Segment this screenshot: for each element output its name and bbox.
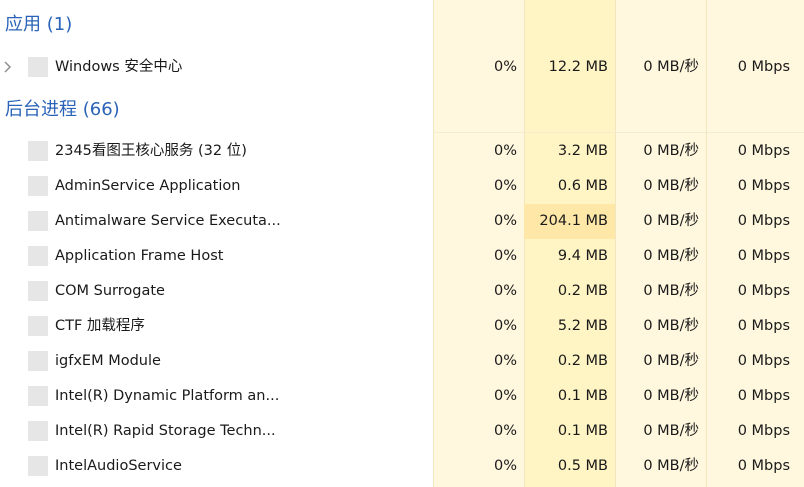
cpu-value: 0% [493, 213, 517, 229]
app-icon [28, 141, 48, 161]
disk-value: 0 MB/秒 [643, 353, 699, 369]
network-value: 0 Mbps [737, 213, 790, 229]
memory-value: 12.2 MB [548, 59, 608, 75]
app-icon [28, 281, 48, 301]
process-name: igfxEM Module [55, 353, 161, 369]
process-row[interactable]: Application Frame Host 0% 9.4 MB 0 MB/秒 … [0, 239, 804, 274]
app-icon [28, 351, 48, 371]
process-row[interactable]: Intel(R) Dynamic Platform an... 0% 0.1 M… [0, 379, 804, 414]
disk-value: 0 MB/秒 [643, 423, 699, 439]
process-row[interactable]: IntelAudioService 0% 0.5 MB 0 MB/秒 0 Mbp… [0, 449, 804, 484]
process-row[interactable]: AdminService Application 0% 0.6 MB 0 MB/… [0, 169, 804, 204]
process-row[interactable]: Intel(R) Rapid Storage Techn... 0% 0.1 M… [0, 414, 804, 449]
network-value: 0 Mbps [737, 388, 790, 404]
cpu-value: 0% [493, 388, 517, 404]
process-row[interactable]: COM Surrogate 0% 0.2 MB 0 MB/秒 0 Mbps [0, 274, 804, 309]
group-header-background[interactable]: 后台进程 (66) [0, 85, 804, 130]
chevron-right-icon[interactable] [3, 60, 13, 78]
app-icon [28, 421, 48, 441]
app-icon [28, 246, 48, 266]
memory-value: 0.2 MB [557, 283, 608, 299]
network-value: 0 Mbps [737, 353, 790, 369]
network-value: 0 Mbps [737, 318, 790, 334]
memory-value: 0.1 MB [557, 388, 608, 404]
network-value: 0 Mbps [737, 458, 790, 474]
process-name: CTF 加载程序 [55, 318, 145, 334]
app-icon [28, 316, 48, 336]
app-icon [28, 176, 48, 196]
disk-value: 0 MB/秒 [643, 143, 699, 159]
process-row[interactable]: Antimalware Service Executa... 0% 204.1 … [0, 204, 804, 239]
memory-value: 204.1 MB [539, 213, 608, 229]
group-label-apps: 应用 (1) [5, 14, 73, 35]
memory-value: 5.2 MB [557, 318, 608, 334]
cpu-value: 0% [493, 318, 517, 334]
process-name: Antimalware Service Executa... [55, 213, 281, 229]
network-value: 0 Mbps [737, 283, 790, 299]
app-icon [28, 211, 48, 231]
cpu-value: 0% [493, 283, 517, 299]
process-name: 2345看图王核心服务 (32 位) [55, 143, 247, 159]
process-name: Intel(R) Rapid Storage Techn... [55, 423, 276, 439]
memory-value: 0.6 MB [557, 178, 608, 194]
task-manager-process-list: 应用 (1) Windows 安全中心 0% 12.2 MB 0 MB/秒 0 … [0, 0, 804, 487]
network-value: 0 Mbps [737, 178, 790, 194]
app-icon [28, 386, 48, 406]
memory-value: 0.1 MB [557, 423, 608, 439]
network-value: 0 Mbps [737, 248, 790, 264]
cpu-value: 0% [493, 458, 517, 474]
section-divider [433, 132, 804, 133]
network-value: 0 Mbps [737, 143, 790, 159]
disk-value: 0 MB/秒 [643, 388, 699, 404]
group-header-apps[interactable]: 应用 (1) [0, 0, 804, 45]
disk-value: 0 MB/秒 [643, 318, 699, 334]
cpu-value: 0% [493, 353, 517, 369]
network-value: 0 Mbps [737, 423, 790, 439]
memory-value: 9.4 MB [557, 248, 608, 264]
cpu-value: 0% [493, 143, 517, 159]
process-name: Application Frame Host [55, 248, 224, 264]
app-icon [28, 456, 48, 476]
cpu-value: 0% [493, 59, 517, 75]
disk-value: 0 MB/秒 [643, 283, 699, 299]
process-row[interactable]: 2345看图王核心服务 (32 位) 0% 3.2 MB 0 MB/秒 0 Mb… [0, 134, 804, 169]
memory-value: 3.2 MB [557, 143, 608, 159]
process-name: COM Surrogate [55, 283, 165, 299]
app-icon [28, 57, 48, 77]
process-row[interactable]: igfxEM Module 0% 0.2 MB 0 MB/秒 0 Mbps [0, 344, 804, 379]
cpu-value: 0% [493, 178, 517, 194]
process-row[interactable]: CTF 加载程序 0% 5.2 MB 0 MB/秒 0 Mbps [0, 309, 804, 344]
cpu-value: 0% [493, 423, 517, 439]
process-name: Windows 安全中心 [55, 59, 183, 75]
memory-value: 0.5 MB [557, 458, 608, 474]
group-label-background: 后台进程 (66) [5, 99, 120, 120]
disk-value: 0 MB/秒 [643, 458, 699, 474]
disk-value: 0 MB/秒 [643, 248, 699, 264]
memory-value: 0.2 MB [557, 353, 608, 369]
process-name: IntelAudioService [55, 458, 182, 474]
process-name: Intel(R) Dynamic Platform an... [55, 388, 280, 404]
process-row[interactable]: Windows 安全中心 0% 12.2 MB 0 MB/秒 0 Mbps [0, 50, 804, 85]
process-name: AdminService Application [55, 178, 241, 194]
disk-value: 0 MB/秒 [643, 59, 699, 75]
disk-value: 0 MB/秒 [643, 178, 699, 194]
cpu-value: 0% [493, 248, 517, 264]
disk-value: 0 MB/秒 [643, 213, 699, 229]
network-value: 0 Mbps [737, 59, 790, 75]
